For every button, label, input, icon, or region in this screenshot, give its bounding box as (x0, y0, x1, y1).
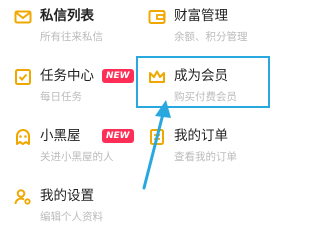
annotation-arrow (142, 100, 171, 190)
